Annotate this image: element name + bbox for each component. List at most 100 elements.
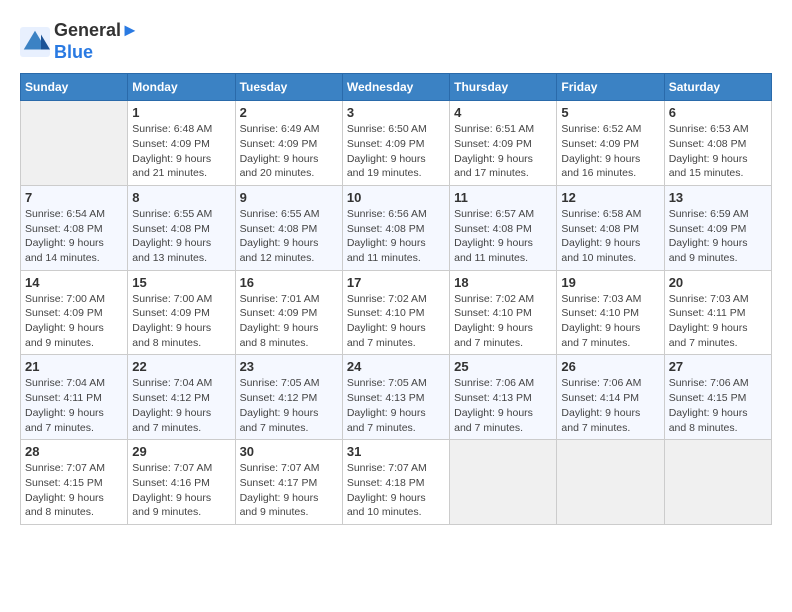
page-header: General►Blue [20,20,772,63]
week-row-3: 14 Sunrise: 7:00 AM Sunset: 4:09 PM Dayli… [21,270,772,355]
day-number: 26 [561,359,659,374]
day-info: Sunrise: 6:51 AM Sunset: 4:09 PM Dayligh… [454,122,552,181]
day-number: 28 [25,444,123,459]
day-number: 8 [132,190,230,205]
day-info: Sunrise: 6:48 AM Sunset: 4:09 PM Dayligh… [132,122,230,181]
day-info: Sunrise: 6:58 AM Sunset: 4:08 PM Dayligh… [561,207,659,266]
calendar-header: SundayMondayTuesdayWednesdayThursdayFrid… [21,74,772,101]
day-number: 7 [25,190,123,205]
day-cell: 19 Sunrise: 7:03 AM Sunset: 4:10 PM Dayli… [557,270,664,355]
day-info: Sunrise: 7:04 AM Sunset: 4:12 PM Dayligh… [132,376,230,435]
day-number: 19 [561,275,659,290]
day-cell: 7 Sunrise: 6:54 AM Sunset: 4:08 PM Daylig… [21,185,128,270]
day-cell: 18 Sunrise: 7:02 AM Sunset: 4:10 PM Dayli… [450,270,557,355]
day-number: 14 [25,275,123,290]
week-row-2: 7 Sunrise: 6:54 AM Sunset: 4:08 PM Daylig… [21,185,772,270]
day-info: Sunrise: 6:53 AM Sunset: 4:08 PM Dayligh… [669,122,767,181]
week-row-4: 21 Sunrise: 7:04 AM Sunset: 4:11 PM Dayli… [21,355,772,440]
day-number: 15 [132,275,230,290]
day-info: Sunrise: 7:00 AM Sunset: 4:09 PM Dayligh… [25,292,123,351]
day-number: 30 [240,444,338,459]
day-info: Sunrise: 7:02 AM Sunset: 4:10 PM Dayligh… [454,292,552,351]
day-info: Sunrise: 7:05 AM Sunset: 4:13 PM Dayligh… [347,376,445,435]
day-cell [557,440,664,525]
day-info: Sunrise: 6:57 AM Sunset: 4:08 PM Dayligh… [454,207,552,266]
day-number: 25 [454,359,552,374]
day-info: Sunrise: 7:06 AM Sunset: 4:13 PM Dayligh… [454,376,552,435]
day-info: Sunrise: 6:50 AM Sunset: 4:09 PM Dayligh… [347,122,445,181]
day-cell: 20 Sunrise: 7:03 AM Sunset: 4:11 PM Dayli… [664,270,771,355]
day-cell: 22 Sunrise: 7:04 AM Sunset: 4:12 PM Dayli… [128,355,235,440]
day-number: 31 [347,444,445,459]
day-number: 11 [454,190,552,205]
day-info: Sunrise: 7:07 AM Sunset: 4:15 PM Dayligh… [25,461,123,520]
day-cell: 17Sunrise: 7:02 AM Sunset: 4:10 PM Dayli… [342,270,449,355]
day-info: Sunrise: 7:06 AM Sunset: 4:15 PM Dayligh… [669,376,767,435]
day-header-saturday: Saturday [664,74,771,101]
day-cell: 9 Sunrise: 6:55 AM Sunset: 4:08 PM Daylig… [235,185,342,270]
day-info: Sunrise: 7:03 AM Sunset: 4:11 PM Dayligh… [669,292,767,351]
day-cell: 6Sunrise: 6:53 AM Sunset: 4:08 PM Daylig… [664,101,771,186]
day-info: Sunrise: 7:02 AM Sunset: 4:10 PM Dayligh… [347,292,445,351]
day-cell: 3 Sunrise: 6:50 AM Sunset: 4:09 PM Daylig… [342,101,449,186]
day-header-tuesday: Tuesday [235,74,342,101]
day-number: 21 [25,359,123,374]
day-info: Sunrise: 7:03 AM Sunset: 4:10 PM Dayligh… [561,292,659,351]
day-header-friday: Friday [557,74,664,101]
day-cell [664,440,771,525]
day-number: 9 [240,190,338,205]
day-number: 27 [669,359,767,374]
day-number: 18 [454,275,552,290]
day-number: 22 [132,359,230,374]
day-cell: 11 Sunrise: 6:57 AM Sunset: 4:08 PM Dayli… [450,185,557,270]
day-cell: 4 Sunrise: 6:51 AM Sunset: 4:09 PM Daylig… [450,101,557,186]
day-number: 13 [669,190,767,205]
day-number: 10 [347,190,445,205]
day-number: 16 [240,275,338,290]
day-cell: 8 Sunrise: 6:55 AM Sunset: 4:08 PM Daylig… [128,185,235,270]
day-number: 20 [669,275,767,290]
day-info: Sunrise: 7:07 AM Sunset: 4:18 PM Dayligh… [347,461,445,520]
day-number: 4 [454,105,552,120]
day-info: Sunrise: 7:04 AM Sunset: 4:11 PM Dayligh… [25,376,123,435]
day-info: Sunrise: 7:06 AM Sunset: 4:14 PM Dayligh… [561,376,659,435]
day-number: 24 [347,359,445,374]
day-header-thursday: Thursday [450,74,557,101]
day-number: 1 [132,105,230,120]
day-cell: 10 Sunrise: 6:56 AM Sunset: 4:08 PM Dayli… [342,185,449,270]
day-number: 3 [347,105,445,120]
day-info: Sunrise: 6:55 AM Sunset: 4:08 PM Dayligh… [132,207,230,266]
day-cell: 2Sunrise: 6:49 AM Sunset: 4:09 PM Daylig… [235,101,342,186]
day-cell: 23Sunrise: 7:05 AM Sunset: 4:12 PM Dayli… [235,355,342,440]
day-info: Sunrise: 6:54 AM Sunset: 4:08 PM Dayligh… [25,207,123,266]
day-cell: 16 Sunrise: 7:01 AM Sunset: 4:09 PM Dayli… [235,270,342,355]
day-cell: 28 Sunrise: 7:07 AM Sunset: 4:15 PM Dayli… [21,440,128,525]
day-info: Sunrise: 7:07 AM Sunset: 4:16 PM Dayligh… [132,461,230,520]
calendar-table: SundayMondayTuesdayWednesdayThursdayFrid… [20,73,772,525]
week-row-5: 28 Sunrise: 7:07 AM Sunset: 4:15 PM Dayli… [21,440,772,525]
day-info: Sunrise: 7:07 AM Sunset: 4:17 PM Dayligh… [240,461,338,520]
day-cell: 21 Sunrise: 7:04 AM Sunset: 4:11 PM Dayli… [21,355,128,440]
day-cell: 12 Sunrise: 6:58 AM Sunset: 4:08 PM Dayli… [557,185,664,270]
day-cell: 13 Sunrise: 6:59 AM Sunset: 4:09 PM Dayli… [664,185,771,270]
day-info: Sunrise: 6:55 AM Sunset: 4:08 PM Dayligh… [240,207,338,266]
day-cell: 5Sunrise: 6:52 AM Sunset: 4:09 PM Daylig… [557,101,664,186]
logo-icon [20,27,50,57]
day-cell: 27 Sunrise: 7:06 AM Sunset: 4:15 PM Dayli… [664,355,771,440]
day-cell: 14 Sunrise: 7:00 AM Sunset: 4:09 PM Dayli… [21,270,128,355]
day-cell: 25 Sunrise: 7:06 AM Sunset: 4:13 PM Dayli… [450,355,557,440]
day-info: Sunrise: 7:01 AM Sunset: 4:09 PM Dayligh… [240,292,338,351]
day-info: Sunrise: 6:59 AM Sunset: 4:09 PM Dayligh… [669,207,767,266]
day-number: 23 [240,359,338,374]
day-info: Sunrise: 7:00 AM Sunset: 4:09 PM Dayligh… [132,292,230,351]
day-number: 29 [132,444,230,459]
day-info: Sunrise: 6:52 AM Sunset: 4:09 PM Dayligh… [561,122,659,181]
week-row-1: 1 Sunrise: 6:48 AM Sunset: 4:09 PM Daylig… [21,101,772,186]
day-cell: 24 Sunrise: 7:05 AM Sunset: 4:13 PM Dayli… [342,355,449,440]
logo: General►Blue [20,20,139,63]
day-number: 12 [561,190,659,205]
day-cell: 29 Sunrise: 7:07 AM Sunset: 4:16 PM Dayli… [128,440,235,525]
day-info: Sunrise: 6:56 AM Sunset: 4:08 PM Dayligh… [347,207,445,266]
day-cell: 15 Sunrise: 7:00 AM Sunset: 4:09 PM Dayli… [128,270,235,355]
day-cell: 1 Sunrise: 6:48 AM Sunset: 4:09 PM Daylig… [128,101,235,186]
